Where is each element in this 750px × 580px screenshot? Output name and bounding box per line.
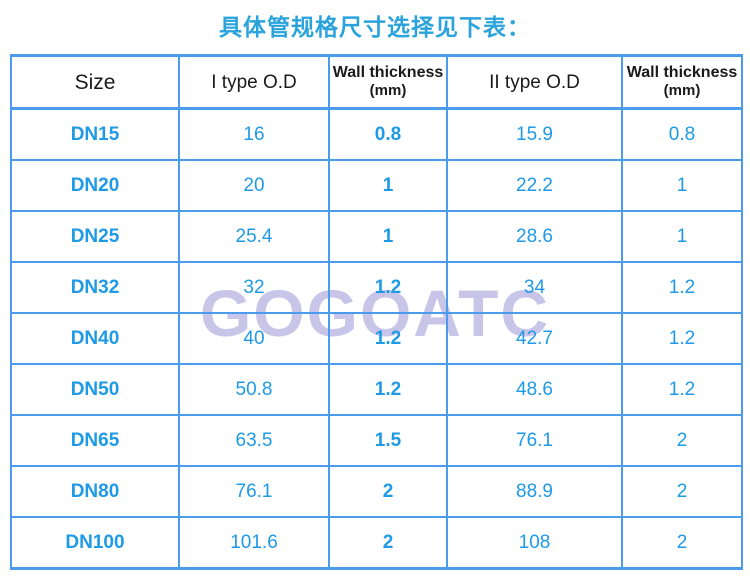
pipe-spec-table-container: Size I type O.D Wall thickness (mm) II t… [10, 54, 743, 570]
cell-type1-wall-thickness: 2 [328, 516, 448, 570]
cell-type1-wall-thickness: 1 [328, 159, 448, 212]
cell-size: DN25 [10, 210, 180, 263]
cell-type1-wall-thickness: 0.8 [328, 107, 448, 161]
cell-type2-wall-thickness: 1 [621, 210, 743, 263]
table-body: DN15 16 0.8 15.9 0.8 DN20 20 1 22.2 1 DN… [10, 107, 743, 570]
table-row: DN32 32 1.2 34 1.2 [10, 261, 743, 314]
table-row: DN65 63.5 1.5 76.1 2 [10, 414, 743, 467]
cell-type2-od: 22.2 [446, 159, 623, 212]
cell-type2-wall-thickness: 1.2 [621, 363, 743, 416]
cell-type1-wall-thickness: 2 [328, 465, 448, 518]
cell-type2-od: 15.9 [446, 107, 623, 161]
column-header-size: Size [10, 54, 180, 110]
cell-type2-od: 34 [446, 261, 623, 314]
cell-type1-od: 63.5 [178, 414, 330, 467]
cell-type1-wall-thickness: 1.2 [328, 363, 448, 416]
page-root: 具体管规格尺寸选择见下表： GOGOATC Size I type O.D Wa… [0, 0, 750, 580]
column-header-type2-wall-thickness: Wall thickness (mm) [621, 54, 743, 110]
table-row: DN40 40 1.2 42.7 1.2 [10, 312, 743, 365]
cell-type2-wall-thickness: 2 [621, 414, 743, 467]
column-header-type2-od: II type O.D [446, 54, 623, 110]
cell-type1-od: 76.1 [178, 465, 330, 518]
column-header-size-label: Size [74, 70, 116, 94]
table-header: Size I type O.D Wall thickness (mm) II t… [10, 54, 743, 110]
cell-size: DN40 [10, 312, 180, 365]
cell-type2-od: 108 [446, 516, 623, 570]
cell-size: DN80 [10, 465, 180, 518]
table-row: DN100 101.6 2 108 2 [10, 516, 743, 570]
cell-type2-od: 42.7 [446, 312, 623, 365]
cell-type1-wall-thickness: 1 [328, 210, 448, 263]
cell-type1-od: 50.8 [178, 363, 330, 416]
cell-type2-wall-thickness: 1.2 [621, 261, 743, 314]
column-header-type1-od: I type O.D [178, 54, 330, 110]
cell-type1-od: 101.6 [178, 516, 330, 570]
column-header-type1-wall-thickness: Wall thickness (mm) [328, 54, 448, 110]
cell-size: DN65 [10, 414, 180, 467]
cell-type2-wall-thickness: 0.8 [621, 107, 743, 161]
cell-type2-wall-thickness: 2 [621, 516, 743, 570]
table-header-row: Size I type O.D Wall thickness (mm) II t… [10, 54, 743, 110]
cell-type2-od: 76.1 [446, 414, 623, 467]
cell-size: DN50 [10, 363, 180, 416]
cell-type2-wall-thickness: 2 [621, 465, 743, 518]
cell-type1-wall-thickness: 1.2 [328, 312, 448, 365]
table-row: DN15 16 0.8 15.9 0.8 [10, 107, 743, 161]
column-header-type1-od-label: I type O.D [211, 71, 297, 93]
column-header-type2-od-label: II type O.D [489, 71, 580, 93]
cell-type1-wall-thickness: 1.5 [328, 414, 448, 467]
column-header-type2-wall-thickness-unit: (mm) [663, 82, 701, 99]
table-row: DN50 50.8 1.2 48.6 1.2 [10, 363, 743, 416]
cell-type1-wall-thickness: 1.2 [328, 261, 448, 314]
page-title: 具体管规格尺寸选择见下表： [219, 14, 531, 40]
cell-size: DN32 [10, 261, 180, 314]
cell-type2-od: 88.9 [446, 465, 623, 518]
cell-type1-od: 32 [178, 261, 330, 314]
pipe-spec-table: Size I type O.D Wall thickness (mm) II t… [10, 54, 743, 570]
cell-type1-od: 40 [178, 312, 330, 365]
cell-type2-od: 28.6 [446, 210, 623, 263]
cell-type1-od: 20 [178, 159, 330, 212]
column-header-type1-wall-thickness-label: Wall thickness [332, 64, 444, 81]
cell-size: DN20 [10, 159, 180, 212]
cell-size: DN15 [10, 107, 180, 161]
cell-type2-wall-thickness: 1.2 [621, 312, 743, 365]
table-row: DN80 76.1 2 88.9 2 [10, 465, 743, 518]
column-header-type2-wall-thickness-label: Wall thickness [626, 64, 738, 81]
cell-type1-od: 25.4 [178, 210, 330, 263]
table-row: DN25 25.4 1 28.6 1 [10, 210, 743, 263]
table-row: DN20 20 1 22.2 1 [10, 159, 743, 212]
cell-type2-wall-thickness: 1 [621, 159, 743, 212]
cell-type1-od: 16 [178, 107, 330, 161]
column-header-type1-wall-thickness-unit: (mm) [369, 82, 407, 99]
cell-size: DN100 [10, 516, 180, 570]
cell-type2-od: 48.6 [446, 363, 623, 416]
